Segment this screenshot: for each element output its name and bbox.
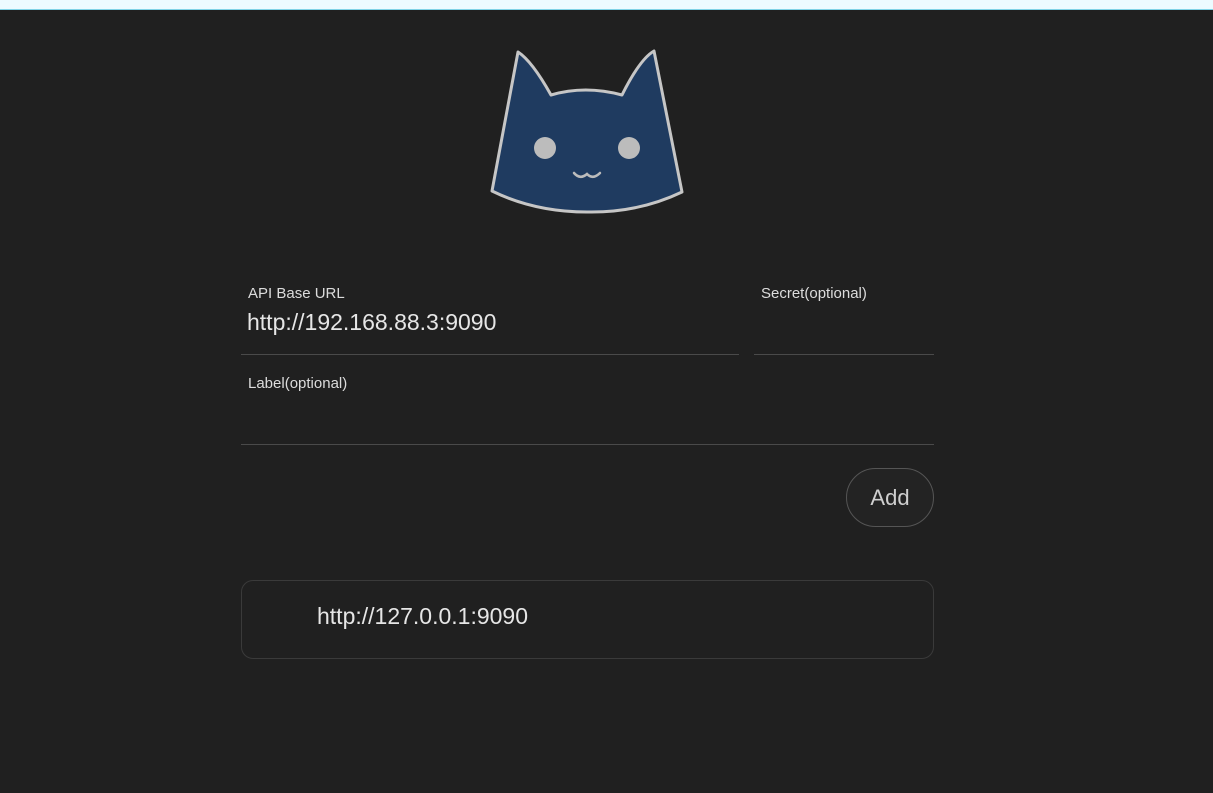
label-field-label: Label(optional) <box>248 375 348 392</box>
secret-field: Secret(optional) <box>754 281 934 355</box>
api-base-url-field: API Base URL <box>241 281 739 355</box>
api-base-url-input[interactable] <box>247 307 735 337</box>
api-base-url-label: API Base URL <box>248 285 345 302</box>
cat-face-icon <box>490 49 684 214</box>
label-input[interactable] <box>247 397 930 427</box>
window-top-strip <box>0 0 1213 10</box>
backend-url: http://127.0.0.1:9090 <box>317 603 529 629</box>
add-button[interactable]: Add <box>846 468 934 527</box>
cat-left-eye <box>534 137 556 159</box>
secret-input[interactable] <box>760 307 930 337</box>
cat-right-eye <box>618 137 640 159</box>
label-field: Label(optional) <box>241 371 934 445</box>
cat-head-shape <box>490 49 684 214</box>
secret-label: Secret(optional) <box>761 285 867 302</box>
backend-list-item[interactable]: http://127.0.0.1:9090 <box>241 580 934 659</box>
